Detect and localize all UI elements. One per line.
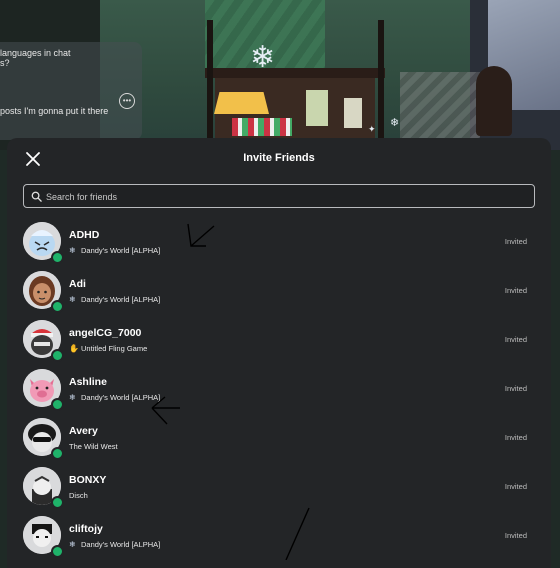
- game-name: Disch: [69, 491, 88, 500]
- lamp: [214, 92, 269, 114]
- friend-game: ✋ Untitled Fling Game: [69, 344, 147, 353]
- friend-row[interactable]: ADHD ❄ Dandy's World [ALPHA] Invited: [7, 218, 551, 267]
- snowflake-icon: ❄: [250, 41, 276, 74]
- snowflake-icon: ✦: [368, 124, 376, 134]
- game-name: Dandy's World [ALPHA]: [81, 295, 161, 304]
- invited-status: Invited: [504, 335, 527, 344]
- friend-name: Avery: [69, 425, 98, 437]
- invited-status: Invited: [504, 531, 527, 540]
- online-status-icon: [51, 545, 64, 558]
- online-status-icon: [51, 447, 64, 460]
- online-status-icon: [51, 251, 64, 264]
- game-name: The Wild West: [69, 442, 118, 451]
- friend-game: Disch: [69, 491, 88, 500]
- search-bar[interactable]: [23, 184, 535, 208]
- snowflake-icon: ❄: [390, 117, 400, 129]
- hanging-flag: [400, 72, 480, 142]
- chat-message: languages in chat: [0, 48, 71, 58]
- friend-name: ADHD: [69, 229, 100, 241]
- friend-game: ❄ Dandy's World [ALPHA]: [69, 540, 160, 549]
- friend-row[interactable]: Ashline ❄ Dandy's World [ALPHA] Invited: [7, 365, 551, 414]
- invited-status: Invited: [504, 237, 527, 246]
- friend-name: BONXY: [69, 474, 107, 486]
- friend-name: Adi: [69, 278, 86, 290]
- friend-row[interactable]: BONXY Disch Invited: [7, 463, 551, 512]
- game-name: Dandy's World [ALPHA]: [81, 246, 161, 255]
- friend-game: ❄ Dandy's World [ALPHA]: [69, 393, 160, 402]
- poster: [306, 90, 328, 126]
- shelf-top: [205, 68, 385, 78]
- online-status-icon: [51, 496, 64, 509]
- friend-row[interactable]: angelCG_7000 ✋ Untitled Fling Game Invite…: [7, 316, 551, 365]
- post-left: [207, 20, 213, 150]
- friend-game: The Wild West: [69, 442, 118, 451]
- online-status-icon: [51, 349, 64, 362]
- hand-icon: ✋: [69, 344, 79, 353]
- search-input[interactable]: [44, 187, 528, 207]
- invited-status: Invited: [504, 384, 527, 393]
- snowflake-icon: ❄: [69, 295, 76, 304]
- invited-status: Invited: [504, 482, 527, 491]
- invited-status: Invited: [504, 433, 527, 442]
- character-silhouette: [476, 66, 512, 136]
- invited-status: Invited: [504, 286, 527, 295]
- friend-game: ❄ Dandy's World [ALPHA]: [69, 295, 160, 304]
- chat-options-icon[interactable]: •••: [119, 93, 135, 109]
- panel-title: Invite Friends: [243, 152, 315, 164]
- online-status-icon: [51, 300, 64, 313]
- invite-friends-panel: Invite Friends ADHD ❄Dandy's World: [7, 138, 551, 568]
- snowflake-icon: ❄: [69, 246, 76, 255]
- online-status-icon: [51, 398, 64, 411]
- friend-row[interactable]: cliftojy ❄ Dandy's World [ALPHA] Invited: [7, 512, 551, 561]
- chat-message: posts I'm gonna put it there: [0, 106, 109, 116]
- game-name: Dandy's World [ALPHA]: [81, 393, 161, 402]
- poster: [344, 98, 362, 128]
- game-name: Dandy's World [ALPHA]: [81, 540, 161, 549]
- snowflake-icon: ❄: [69, 393, 76, 402]
- friend-name: Ashline: [69, 376, 107, 388]
- game-name: Untitled Fling Game: [81, 344, 148, 353]
- chat-window[interactable]: languages in chat s? posts I'm gonna put…: [0, 42, 142, 140]
- search-icon: [31, 191, 42, 202]
- friend-game: ❄ Dandy's World [ALPHA]: [69, 246, 160, 255]
- friend-name: angelCG_7000: [69, 327, 142, 339]
- friend-row[interactable]: Avery The Wild West Invited: [7, 414, 551, 463]
- chat-message: s?: [0, 58, 10, 68]
- friend-name: cliftojy: [69, 523, 103, 535]
- post-right: [378, 20, 384, 150]
- books: [232, 118, 292, 136]
- friend-row[interactable]: Adi ❄ Dandy's World [ALPHA] Invited: [7, 267, 551, 316]
- snowflake-icon: ❄: [69, 540, 76, 549]
